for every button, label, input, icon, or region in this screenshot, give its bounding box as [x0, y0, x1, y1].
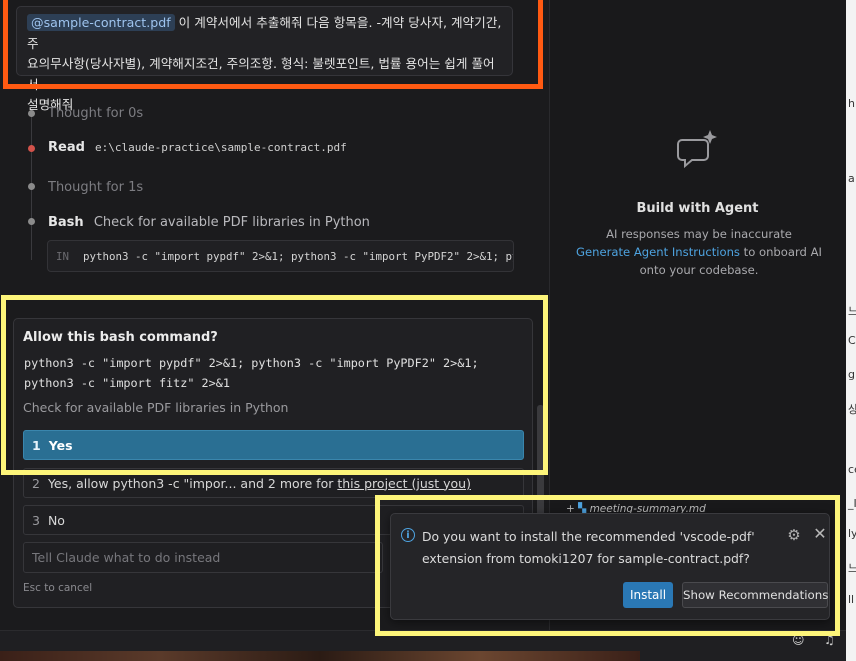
- read-step[interactable]: Read e:\claude-practice\sample-contract.…: [48, 140, 347, 155]
- in-label: IN: [56, 249, 70, 263]
- prompt-highlight-frame: [3, 0, 543, 89]
- option-number: 3: [32, 512, 40, 528]
- permission-highlight-frame: [1, 295, 548, 475]
- bash-description: Check for available PDF libraries in Pyt…: [93, 215, 370, 230]
- agent-description: AI responses may be inaccurate Generate …: [574, 225, 824, 279]
- instead-instruction-input[interactable]: [23, 542, 383, 573]
- timeline-dot-bash: [28, 218, 35, 225]
- timeline-dot: [28, 183, 35, 190]
- notification-highlight-frame: [375, 495, 840, 636]
- option-label: No: [47, 512, 65, 528]
- timeline-dot-read: [28, 145, 35, 152]
- bash-label: Bash: [48, 215, 84, 230]
- agent-line-3: onto your codebase.: [639, 263, 759, 277]
- read-file-path[interactable]: e:\claude-practice\sample-contract.pdf: [95, 141, 347, 154]
- option-label: Yes, allow python3 -c "impor... and 2 mo…: [47, 475, 338, 491]
- bash-code-block[interactable]: IN python3 -c "import pypdf" 2>&1; pytho…: [47, 240, 514, 272]
- agent-line-2: to onboard AI: [739, 245, 822, 259]
- background-image-strip: [0, 651, 640, 661]
- agent-line-1: AI responses may be inaccurate: [606, 227, 792, 241]
- read-label: Read: [48, 140, 85, 155]
- option-scope-link[interactable]: this project (just you): [337, 476, 471, 491]
- bash-code-text: python3 -c "import pypdf" 2>&1; python3 …: [83, 249, 514, 263]
- option-number: 2: [32, 475, 40, 491]
- esc-hint: Esc to cancel: [23, 582, 93, 594]
- background-window-edge: ha느 Cg상 ce_Ily 느ll: [846, 0, 856, 661]
- generate-instructions-link[interactable]: Generate Agent Instructions: [576, 245, 740, 259]
- bash-step[interactable]: Bash Check for available PDF libraries i…: [48, 215, 370, 230]
- agent-chat-sparkle-icon: [677, 130, 717, 169]
- thought-1s[interactable]: Thought for 1s: [48, 180, 143, 195]
- timeline-dot: [28, 110, 35, 117]
- thought-0s[interactable]: Thought for 0s: [48, 106, 143, 121]
- agent-title: Build with Agent: [636, 201, 759, 216]
